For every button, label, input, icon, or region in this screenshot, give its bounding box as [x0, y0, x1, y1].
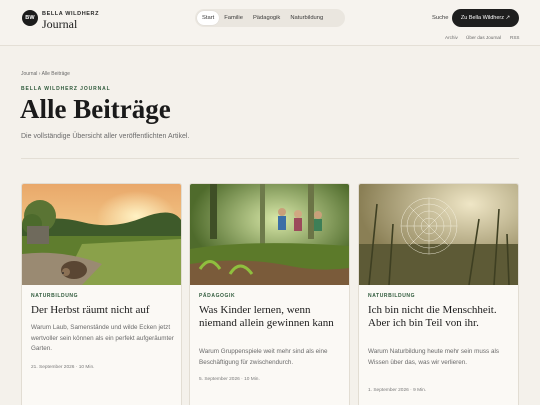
nav-item-familie[interactable]: Familie	[219, 11, 248, 25]
breadcrumb[interactable]: Journal › Alle Beiträge	[21, 71, 70, 77]
subnav-rss[interactable]: RSS	[510, 35, 519, 40]
article-card[interactable]: NATURBILDUNG Der Herbst räumt nicht auf …	[21, 183, 182, 405]
article-excerpt: Warum Gruppenspiele weit mehr sind als e…	[199, 348, 328, 366]
search-link[interactable]: Suche	[432, 15, 448, 21]
article-image-children[interactable]	[190, 184, 349, 285]
article-card[interactable]: PÄDAGOGIK Was Kinder lernen, wenn nieman…	[189, 183, 350, 405]
article-meta: 5. September 2026 · 10 Min.	[199, 377, 260, 382]
article-title[interactable]: Ich bin nicht die Menschheit. Aber ich b…	[368, 304, 513, 329]
page-subtitle: Die vollständige Übersicht aller veröffe…	[21, 133, 190, 140]
subnav-archiv[interactable]: Archiv	[445, 35, 458, 40]
article-category: NATURBILDUNG	[31, 293, 79, 299]
article-category: PÄDAGOGIK	[199, 293, 236, 299]
article-excerpt: Warum Laub, Samenstände und wilde Ecken …	[31, 324, 174, 352]
nav-item-paedagogik[interactable]: Pädagogik	[248, 11, 285, 25]
article-excerpt: Warum Naturbildung heute mehr sein muss …	[368, 348, 500, 366]
eyebrow-label: BELLA WILDHERZ JOURNAL	[21, 86, 111, 92]
page-title: Alle Beiträge	[20, 94, 171, 124]
article-category: NATURBILDUNG	[368, 293, 416, 299]
article-title[interactable]: Der Herbst räumt nicht auf	[31, 304, 176, 317]
article-image-spiderweb[interactable]	[359, 184, 518, 285]
article-image-hedgehog[interactable]	[22, 184, 181, 285]
main-nav: Start Familie Pädagogik Naturbildung	[195, 9, 345, 27]
site-header: BW BELLA WILDHERZ Journal Start Familie …	[0, 0, 540, 46]
divider	[21, 158, 519, 159]
nav-item-start[interactable]: Start	[197, 11, 220, 25]
bella-wildherz-button[interactable]: Zu Bella Wildherz ↗	[452, 9, 519, 27]
subnav-ueber[interactable]: Über das Journal	[466, 35, 501, 40]
article-card[interactable]: NATURBILDUNG Ich bin nicht die Menschhei…	[358, 183, 519, 405]
article-title[interactable]: Was Kinder lernen, wenn niemand allein g…	[199, 304, 344, 329]
brand-journal-title[interactable]: Journal	[42, 17, 77, 32]
logo-mark[interactable]: BW	[22, 10, 38, 26]
article-meta: 1. September 2026 · 9 Min.	[368, 388, 427, 393]
nav-item-naturbildung[interactable]: Naturbildung	[285, 11, 328, 25]
article-meta: 21. September 2026 · 10 Min.	[31, 365, 95, 370]
